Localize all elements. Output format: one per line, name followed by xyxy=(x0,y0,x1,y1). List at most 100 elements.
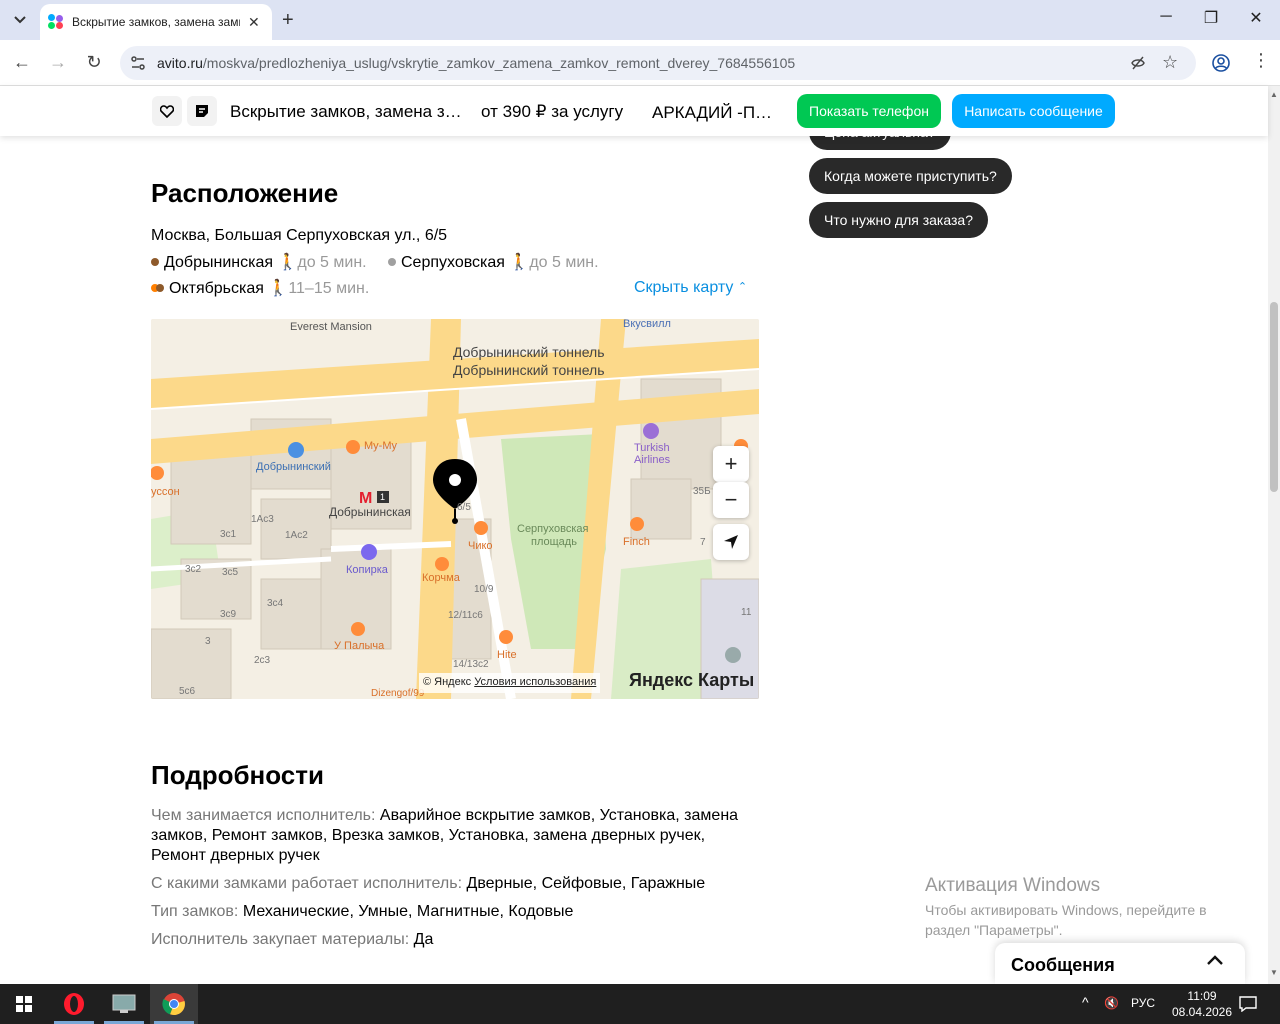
sticky-ad-header: Вскрытие замков, замена замков от 390 ₽ … xyxy=(0,86,1268,136)
url-path: /moskva/predlozheniya_uslug/vskrytie_zam… xyxy=(202,55,796,71)
metro-time: до 5 мин. xyxy=(529,254,599,271)
metro-line-dot xyxy=(388,258,396,266)
map-label: 11 xyxy=(741,607,752,618)
chevron-down-icon xyxy=(14,16,26,24)
minus-icon: − xyxy=(724,487,738,512)
minimize-icon[interactable]: ─ xyxy=(1154,8,1178,26)
map-label: 3с9 xyxy=(220,609,237,620)
notifications-icon[interactable] xyxy=(1239,996,1257,1012)
map-label: My-My xyxy=(364,440,397,452)
hide-map-label: Скрыть карту xyxy=(634,279,734,296)
yandex-map[interactable]: М Everest Mansion Вкусвилл Добрынинский … xyxy=(151,319,759,699)
map-label: Корчма xyxy=(422,572,460,584)
profile-icon[interactable] xyxy=(1212,54,1230,72)
map-label: Вкусвилл xyxy=(623,319,671,330)
write-message-button[interactable]: Написать сообщение xyxy=(952,94,1115,128)
active-tab[interactable]: Вскрытие замков, замена замков ✕ xyxy=(40,4,272,40)
walk-icon: 🚶 xyxy=(509,254,530,271)
input-language[interactable]: РУС xyxy=(1131,996,1155,1010)
avito-favicon-icon xyxy=(48,14,64,30)
map-label: 12/11с6 xyxy=(448,610,483,621)
question-chip-requirements[interactable]: Что нужно для заказа? xyxy=(809,202,988,238)
new-tab-button[interactable]: + xyxy=(282,9,294,32)
question-chip-start[interactable]: Когда можете приступить? xyxy=(809,158,1012,194)
map-label: Добрынинский тоннель xyxy=(453,362,605,378)
activation-watermark-text: Чтобы активировать Windows, перейдите в … xyxy=(925,902,1207,938)
detail-key: Исполнитель закупает материалы: xyxy=(151,931,410,948)
favorite-button[interactable] xyxy=(152,96,182,126)
tab-search-button[interactable] xyxy=(8,8,32,32)
map-label: Копирка xyxy=(346,564,388,576)
walk-icon: 🚶 xyxy=(277,254,298,271)
url-text: avito.ru/moskva/predlozheniya_uslug/vskr… xyxy=(157,55,795,71)
detail-key: Чем занимается исполнитель: xyxy=(151,807,376,824)
start-button[interactable] xyxy=(0,984,48,1024)
map-label: 6/5 xyxy=(457,502,471,513)
tray-overflow-icon[interactable]: ^ xyxy=(1082,994,1089,1010)
volume-muted-icon[interactable]: 🔇 xyxy=(1104,996,1119,1010)
geolocate-button[interactable] xyxy=(713,524,749,560)
yandex-maps-logo[interactable]: Яндекс Карты xyxy=(629,670,754,691)
map-terms-link[interactable]: Условия использования xyxy=(474,676,596,688)
page-scrollbar[interactable]: ▲ ▼ xyxy=(1268,86,1280,984)
metro-time: до 5 мин. xyxy=(297,254,367,271)
map-label: Добрынинская xyxy=(329,505,411,519)
map-label: 1Ас2 xyxy=(285,530,308,541)
address-bar[interactable]: avito.ru/moskva/predlozheniya_uslug/vskr… xyxy=(120,46,1196,80)
windows-logo-icon xyxy=(16,996,32,1012)
show-phone-button[interactable]: Показать телефон xyxy=(797,94,941,128)
tracking-protection-icon[interactable] xyxy=(1130,55,1146,71)
zoom-in-button[interactable]: + xyxy=(713,446,749,482)
taskbar-opera[interactable] xyxy=(50,984,98,1024)
reload-icon[interactable]: ↻ xyxy=(82,52,106,73)
back-icon[interactable]: ← xyxy=(10,52,34,73)
map-copyright: © Яндекс xyxy=(423,676,472,688)
navigation-arrow-icon xyxy=(724,535,738,549)
metro-station-item: Добрынинская 🚶до 5 мин. xyxy=(151,252,367,272)
messages-title: Сообщения xyxy=(1011,955,1115,975)
taskbar-app[interactable] xyxy=(100,984,148,1024)
note-button[interactable] xyxy=(187,96,217,126)
bookmark-star-icon[interactable]: ☆ xyxy=(1162,52,1178,73)
map-label: Серпуховская xyxy=(517,523,589,535)
map-label: Чико xyxy=(468,540,493,552)
map-attribution: © Яндекс Условия использования xyxy=(419,673,601,693)
metro-line-dot xyxy=(156,284,164,292)
scroll-down-icon[interactable]: ▼ xyxy=(1270,968,1278,977)
detail-row: С какими замками работает исполнитель: Д… xyxy=(151,874,751,894)
forward-icon[interactable]: → xyxy=(46,52,70,73)
map-label: уссон xyxy=(151,486,180,498)
activation-watermark-title: Активация Windows xyxy=(925,875,1101,896)
plus-icon: + xyxy=(724,451,738,476)
map-label: 3с1 xyxy=(220,529,237,540)
chevron-up-icon[interactable] xyxy=(1205,951,1225,971)
map-label: Hite xyxy=(497,649,517,661)
windows-taskbar: ^ 🔇 РУС 11:09 08.04.2026 xyxy=(0,984,1280,1024)
zoom-out-button[interactable]: − xyxy=(713,482,749,518)
scroll-up-icon[interactable]: ▲ xyxy=(1270,90,1278,99)
taskbar-chrome[interactable] xyxy=(150,984,198,1024)
clock[interactable]: 11:09 08.04.2026 xyxy=(1170,988,1234,1020)
messages-widget[interactable]: Сообщения xyxy=(995,943,1245,984)
location-heading: Расположение xyxy=(151,178,339,208)
map-label: 1 xyxy=(380,492,386,502)
hide-map-link[interactable]: Скрыть карту ⌃ xyxy=(634,279,747,297)
heart-icon xyxy=(160,104,174,118)
detail-key: Тип замков: xyxy=(151,903,239,920)
detail-row: Тип замков: Механические, Умные, Магнитн… xyxy=(151,902,751,922)
close-window-icon[interactable]: ✕ xyxy=(1244,8,1268,28)
restore-icon[interactable]: ❐ xyxy=(1199,8,1223,28)
map-label: 3с4 xyxy=(267,598,284,609)
map-label: 1Ас3 xyxy=(251,514,274,525)
map-label: 3с2 xyxy=(185,564,202,575)
seller-name[interactable]: АРКАДИЙ -ПЕТРОВИЧ xyxy=(652,103,780,123)
browser-menu-icon[interactable]: ⋮ xyxy=(1252,50,1270,71)
site-info-icon[interactable] xyxy=(130,55,146,71)
map-label: 14/13с2 xyxy=(453,659,489,670)
close-tab-icon[interactable]: ✕ xyxy=(248,14,260,31)
scrollbar-thumb[interactable] xyxy=(1270,302,1278,492)
address: Москва, Большая Серпуховская ул., 6/5 xyxy=(151,227,448,244)
map-label: 2с3 xyxy=(254,655,271,666)
map-label: Dizengof/99 xyxy=(371,688,425,699)
map-label: 3с5 xyxy=(222,567,239,578)
